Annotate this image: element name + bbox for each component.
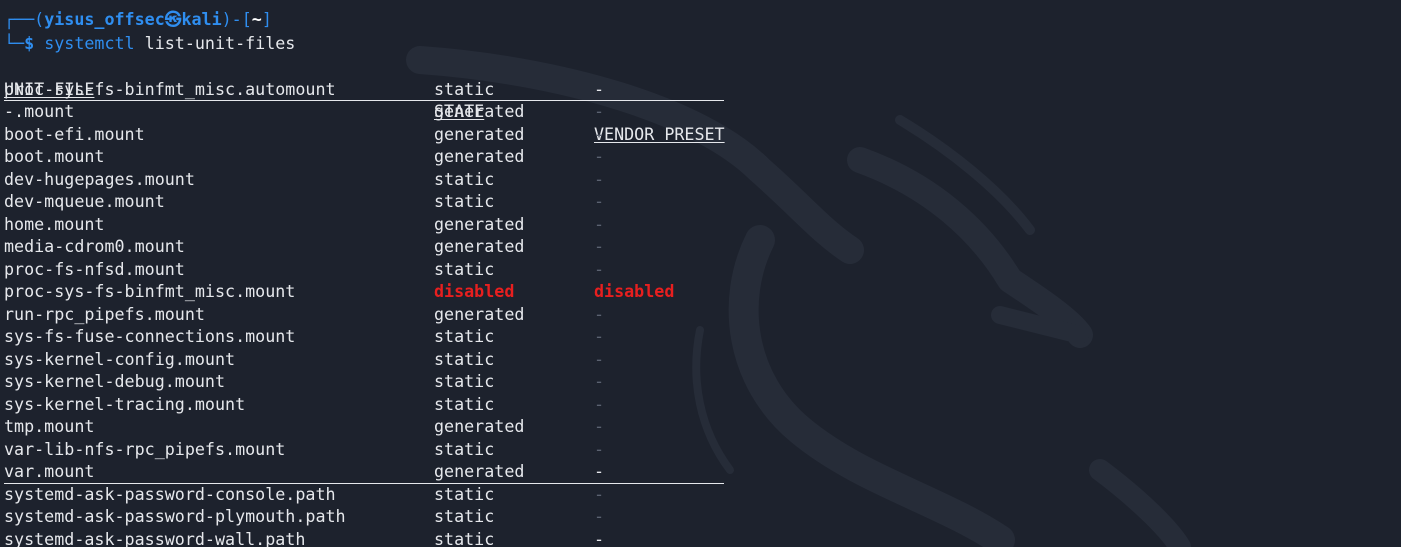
unit-state: generated <box>434 213 525 234</box>
table-row: home.mount generated - <box>4 213 724 236</box>
vendor-preset: - <box>594 168 605 189</box>
prompt-frame-top: ┌──( <box>4 9 45 29</box>
vendor-preset: - <box>594 528 605 547</box>
vendor-preset: - <box>594 258 605 279</box>
unit-state: generated <box>434 461 525 481</box>
prompt-directory: ~ <box>251 9 262 29</box>
unit-file-name: dev-hugepages.mount <box>4 168 195 189</box>
unit-state: static <box>434 371 495 391</box>
vendor-preset: - <box>594 326 605 346</box>
table-row: dev-mqueue.mount static - <box>4 190 724 213</box>
table-row: var-lib-nfs-rpc_pipefs.mount static - <box>4 438 724 461</box>
vendor-preset: - <box>594 416 605 436</box>
prompt-frame-bottom: └─ <box>4 33 25 53</box>
vendor-preset: - <box>594 213 605 234</box>
unit-state: generated <box>434 303 525 324</box>
table-row: tmp.mount generated - <box>4 415 724 438</box>
prompt-frame-end: ] <box>261 9 272 29</box>
prompt-user: yisus_offsec <box>44 9 165 29</box>
vendor-preset: - <box>594 146 605 166</box>
vendor-preset: - <box>594 506 605 526</box>
table-row: systemd-ask-password-console.path static - <box>4 483 724 506</box>
unit-file-name: var-lib-nfs-rpc_pipefs.mount <box>4 438 286 459</box>
unit-state: static <box>434 258 495 279</box>
unit-file-name: boot-efi.mount <box>4 123 145 144</box>
table-row: sys-kernel-config.mount static - <box>4 348 724 371</box>
table-row: systemd-ask-password-wall.path static - <box>4 528 724 547</box>
vendor-preset: - <box>594 191 605 211</box>
terminal-output: ┌──(yisus_offsec㉿kali)-[~] └─$ systemctl… <box>0 0 1401 547</box>
table-row: dev-hugepages.mount static - <box>4 168 724 191</box>
prompt-host: kali <box>181 9 222 29</box>
table-row: -.mount generated - <box>4 100 724 123</box>
unit-state: generated <box>434 101 525 121</box>
command-name: systemctl <box>44 33 135 53</box>
unit-state: static <box>434 326 495 346</box>
vendor-preset: - <box>594 123 605 144</box>
unit-state: disabled <box>434 281 515 301</box>
prompt-at-icon: ㉿ <box>164 9 182 29</box>
table-row: run-rpc_pipefs.mount generated - <box>4 303 724 326</box>
vendor-preset: - <box>594 371 605 391</box>
unit-state: generated <box>434 123 525 144</box>
unit-file-name: proc-sys-fs-binfmt_misc.mount <box>4 281 296 301</box>
vendor-preset: disabled <box>594 281 675 301</box>
unit-file-name: run-rpc_pipefs.mount <box>4 303 205 324</box>
unit-file-name: dev-mqueue.mount <box>4 191 165 211</box>
unit-file-name: sys-kernel-config.mount <box>4 348 236 369</box>
unit-file-name: proc-sys-fs-binfmt_misc.automount <box>4 78 336 99</box>
table-row: proc-sys-fs-binfmt_misc.mount disabled dis… <box>4 280 724 303</box>
unit-state: generated <box>434 236 525 256</box>
unit-file-name: tmp.mount <box>4 416 95 436</box>
unit-file-name: systemd-ask-password-wall.path <box>4 528 306 547</box>
prompt-dollar: $ <box>24 33 45 53</box>
unit-file-name: sys-fs-fuse-connections.mount <box>4 326 296 346</box>
unit-file-name: proc-fs-nfsd.mount <box>4 258 185 279</box>
unit-state: static <box>434 191 495 211</box>
unit-file-name: systemd-ask-password-plymouth.path <box>4 506 346 526</box>
unit-state: static <box>434 528 495 547</box>
table-row: media-cdrom0.mount generated - <box>4 235 724 258</box>
unit-file-name: -.mount <box>4 101 75 121</box>
table-row: sys-kernel-debug.mount static - <box>4 370 724 393</box>
prompt-frame-mid: )-[ <box>221 9 252 29</box>
table-row: var.mount generated - <box>4 460 724 484</box>
vendor-preset: - <box>594 348 605 369</box>
table-row: sys-kernel-tracing.mount static - <box>4 393 724 416</box>
unit-state: static <box>434 348 495 369</box>
vendor-preset: - <box>594 303 605 324</box>
unit-file-name: systemd-ask-password-console.path <box>4 483 336 504</box>
vendor-preset: - <box>594 461 605 481</box>
unit-state: static <box>434 168 495 189</box>
table-row: proc-sys-fs-binfmt_misc.automount static - <box>4 78 724 101</box>
vendor-preset: - <box>594 78 605 99</box>
unit-file-name: sys-kernel-debug.mount <box>4 371 226 391</box>
unit-state: static <box>434 483 495 504</box>
unit-state: generated <box>434 416 525 436</box>
unit-file-name: boot.mount <box>4 146 105 166</box>
unit-file-name: sys-kernel-tracing.mount <box>4 393 246 414</box>
table-row: boot-efi.mount generated - <box>4 123 724 146</box>
unit-file-name: media-cdrom0.mount <box>4 236 185 256</box>
table-row: sys-fs-fuse-connections.mount static - <box>4 325 724 348</box>
vendor-preset: - <box>594 101 605 121</box>
prompt-line: ┌──(yisus_offsec㉿kali)-[~] <box>4 8 272 31</box>
table-header: UNIT FILE STATE VENDOR PRESET <box>4 55 725 144</box>
unit-state: static <box>434 393 495 414</box>
unit-state: static <box>434 506 495 526</box>
command-line: └─$ systemctl list-unit-files <box>4 32 295 55</box>
table-row: proc-fs-nfsd.mount static - <box>4 258 724 281</box>
unit-file-name: home.mount <box>4 213 105 234</box>
vendor-preset: - <box>594 236 605 256</box>
vendor-preset: - <box>594 393 605 414</box>
unit-file-name: var.mount <box>4 461 95 481</box>
unit-state: static <box>434 438 495 459</box>
vendor-preset: - <box>594 483 605 504</box>
table-row: boot.mount generated - <box>4 145 724 168</box>
table-row: systemd-ask-password-plymouth.path static… <box>4 505 724 528</box>
vendor-preset: - <box>594 438 605 459</box>
unit-state: generated <box>434 146 525 166</box>
command-args: list-unit-files <box>134 33 296 53</box>
unit-state: static <box>434 78 495 99</box>
